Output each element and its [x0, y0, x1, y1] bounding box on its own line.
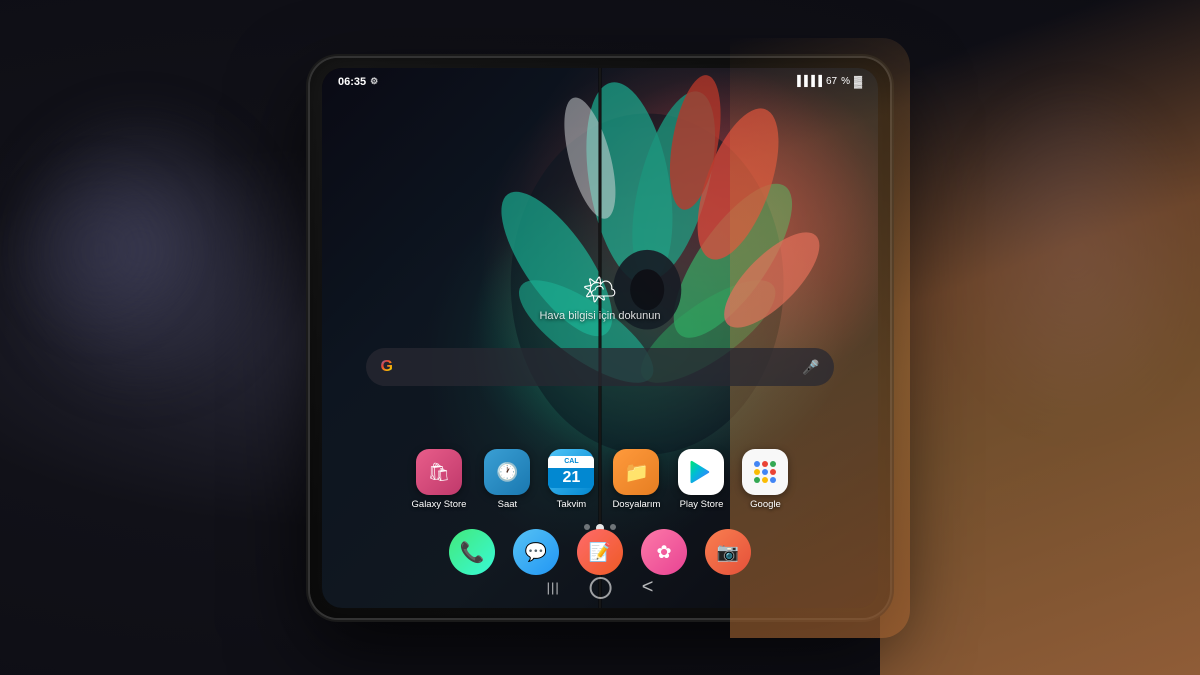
dosyalarim-label: Dosyalarım: [612, 499, 660, 510]
app-phone[interactable]: 📞: [449, 529, 495, 575]
grid-dot-6: [770, 469, 776, 475]
takvim-label: Takvim: [557, 499, 587, 510]
signal-icon: ▐▐▐▐: [794, 76, 822, 87]
grid-dot-8: [762, 477, 768, 483]
app-saat[interactable]: 🕐 Saat: [484, 449, 530, 510]
takvim-icon: CAL 21: [548, 449, 594, 495]
google-icon: [742, 449, 788, 495]
phone-screen: 06:35 ⚙ ▐▐▐▐ 67 % ▓ 🌤 Hava bilgisi için …: [322, 68, 878, 608]
bottom-dock: 📞 💬 📝 ✿: [322, 529, 878, 575]
recents-button[interactable]: |||: [547, 580, 560, 595]
app-takvim[interactable]: CAL 21 Takvim: [548, 449, 594, 510]
phone-device: 06:35 ⚙ ▐▐▐▐ 67 % ▓ 🌤 Hava bilgisi için …: [310, 58, 890, 618]
app-play-store[interactable]: Play Store: [678, 449, 724, 510]
play-store-svg: [687, 458, 715, 486]
bg-blur-right: [950, 80, 1200, 430]
grid-dot-2: [762, 461, 768, 467]
grid-dot-5: [762, 469, 768, 475]
grid-dot-3: [770, 461, 776, 467]
status-time: 06:35: [338, 76, 366, 88]
app-messages[interactable]: 💬: [513, 529, 559, 575]
battery-percent-sign: %: [841, 76, 850, 87]
search-bar[interactable]: G 🎤: [366, 348, 833, 386]
play-store-label: Play Store: [680, 499, 724, 510]
nav-bar: ||| <: [547, 576, 654, 599]
app-dosyalarim[interactable]: 📁 Dosyalarım: [612, 449, 660, 510]
app-galaxy-store[interactable]: 🛍 Galaxy Store: [412, 449, 467, 510]
play-store-icon: [678, 449, 724, 495]
saat-label: Saat: [498, 499, 518, 510]
weather-widget[interactable]: 🌤 Hava bilgisi için dokunun: [539, 273, 660, 322]
camera-icon: 📷: [705, 529, 751, 575]
google-apps-grid: [754, 461, 776, 483]
galaxy-store-label: Galaxy Store: [412, 499, 467, 510]
app-bixby[interactable]: ✿: [641, 529, 687, 575]
dosyalarim-icon: 📁: [613, 449, 659, 495]
weather-icon: 🌤: [539, 273, 660, 306]
left-blur: [0, 150, 200, 350]
phone-body: 06:35 ⚙ ▐▐▐▐ 67 % ▓ 🌤 Hava bilgisi için …: [310, 58, 890, 618]
google-label: Google: [750, 499, 781, 510]
status-bar: 06:35 ⚙ ▐▐▐▐ 67 % ▓: [322, 68, 878, 96]
microphone-icon[interactable]: 🎤: [802, 359, 819, 376]
status-time-group: 06:35 ⚙: [338, 76, 378, 88]
saat-icon: 🕐: [484, 449, 530, 495]
app-google[interactable]: Google: [742, 449, 788, 510]
grid-dot-9: [770, 477, 776, 483]
battery-percent: 67: [826, 76, 837, 87]
grid-dot-1: [754, 461, 760, 467]
app-notes[interactable]: 📝: [577, 529, 623, 575]
home-button[interactable]: [590, 577, 612, 599]
grid-dot-4: [754, 469, 760, 475]
status-icons: ▐▐▐▐ 67 % ▓: [794, 76, 862, 88]
app-camera[interactable]: 📷: [705, 529, 751, 575]
google-g-icon: G: [380, 358, 392, 376]
back-button[interactable]: <: [642, 576, 654, 599]
grid-dot-7: [754, 477, 760, 483]
phone-call-icon: 📞: [449, 529, 495, 575]
messages-icon: 💬: [513, 529, 559, 575]
app-row-main: 🛍 Galaxy Store 🕐 Saat CAL 21: [322, 449, 878, 510]
notes-icon: 📝: [577, 529, 623, 575]
galaxy-store-icon: 🛍: [416, 449, 462, 495]
battery-icon: ▓: [854, 76, 862, 88]
bixby-icon: ✿: [641, 529, 687, 575]
weather-text: Hava bilgisi için dokunun: [539, 310, 660, 322]
status-settings-icon: ⚙: [370, 76, 378, 87]
